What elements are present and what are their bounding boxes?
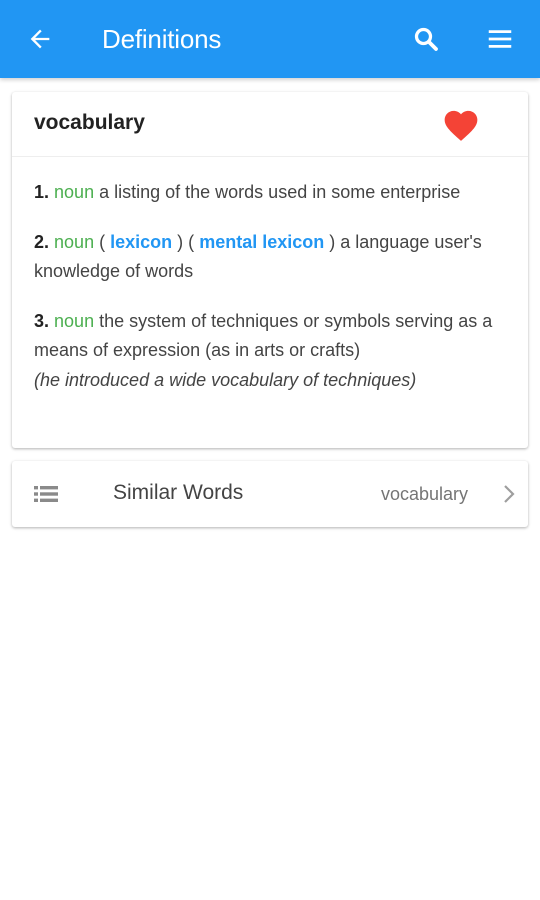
definition-example: (he introduced a wide vocabulary of tech… — [34, 369, 417, 390]
definition-list: 1. noun a listing of the words used in s… — [34, 178, 510, 415]
part-of-speech: noun — [54, 310, 95, 331]
definition-item: 1. noun a listing of the words used in s… — [34, 178, 510, 208]
definition-number: 2. — [34, 231, 50, 252]
page-title: Definitions — [102, 24, 222, 54]
search-button[interactable] — [404, 17, 448, 61]
definition-text: a listing of the words used in some ente… — [99, 182, 461, 202]
paren-open: ( — [99, 231, 106, 252]
definition-item: 2. noun ( lexicon ) ( mental lexicon ) a… — [34, 228, 510, 287]
word-header: vocabulary — [12, 92, 528, 157]
paren-open: ( — [188, 231, 195, 252]
definition-number: 1. — [34, 182, 50, 202]
paren-close: ) — [329, 231, 336, 252]
definition-card: vocabulary 1. noun a listing of the word… — [12, 92, 528, 448]
search-icon — [414, 27, 438, 51]
part-of-speech: noun — [54, 231, 95, 252]
menu-button[interactable] — [478, 17, 522, 61]
part-of-speech: noun — [54, 182, 95, 202]
synonym-link-lexicon[interactable]: lexicon — [110, 232, 172, 252]
list-icon — [34, 486, 58, 502]
menu-icon — [488, 30, 512, 48]
definition-text: the system of techniques or symbols serv… — [34, 310, 493, 361]
synonym-link-mental-lexicon[interactable]: mental lexicon — [199, 232, 324, 252]
app-bar: Definitions — [0, 0, 540, 78]
chevron-right-icon — [504, 485, 515, 503]
word-title: vocabulary — [34, 111, 145, 134]
back-button[interactable] — [18, 17, 62, 61]
arrow-back-icon — [30, 29, 50, 49]
similar-words-row[interactable]: Similar Words vocabulary — [12, 461, 528, 527]
definition-number: 3. — [34, 310, 50, 331]
favorite-button[interactable] — [438, 102, 484, 146]
paren-close: ) — [177, 231, 184, 252]
heart-icon — [444, 110, 478, 141]
similar-words-label: Similar Words — [113, 481, 244, 504]
definition-item: 3. noun the system of techniques or symb… — [34, 307, 510, 396]
similar-words-value: vocabulary — [380, 484, 468, 504]
